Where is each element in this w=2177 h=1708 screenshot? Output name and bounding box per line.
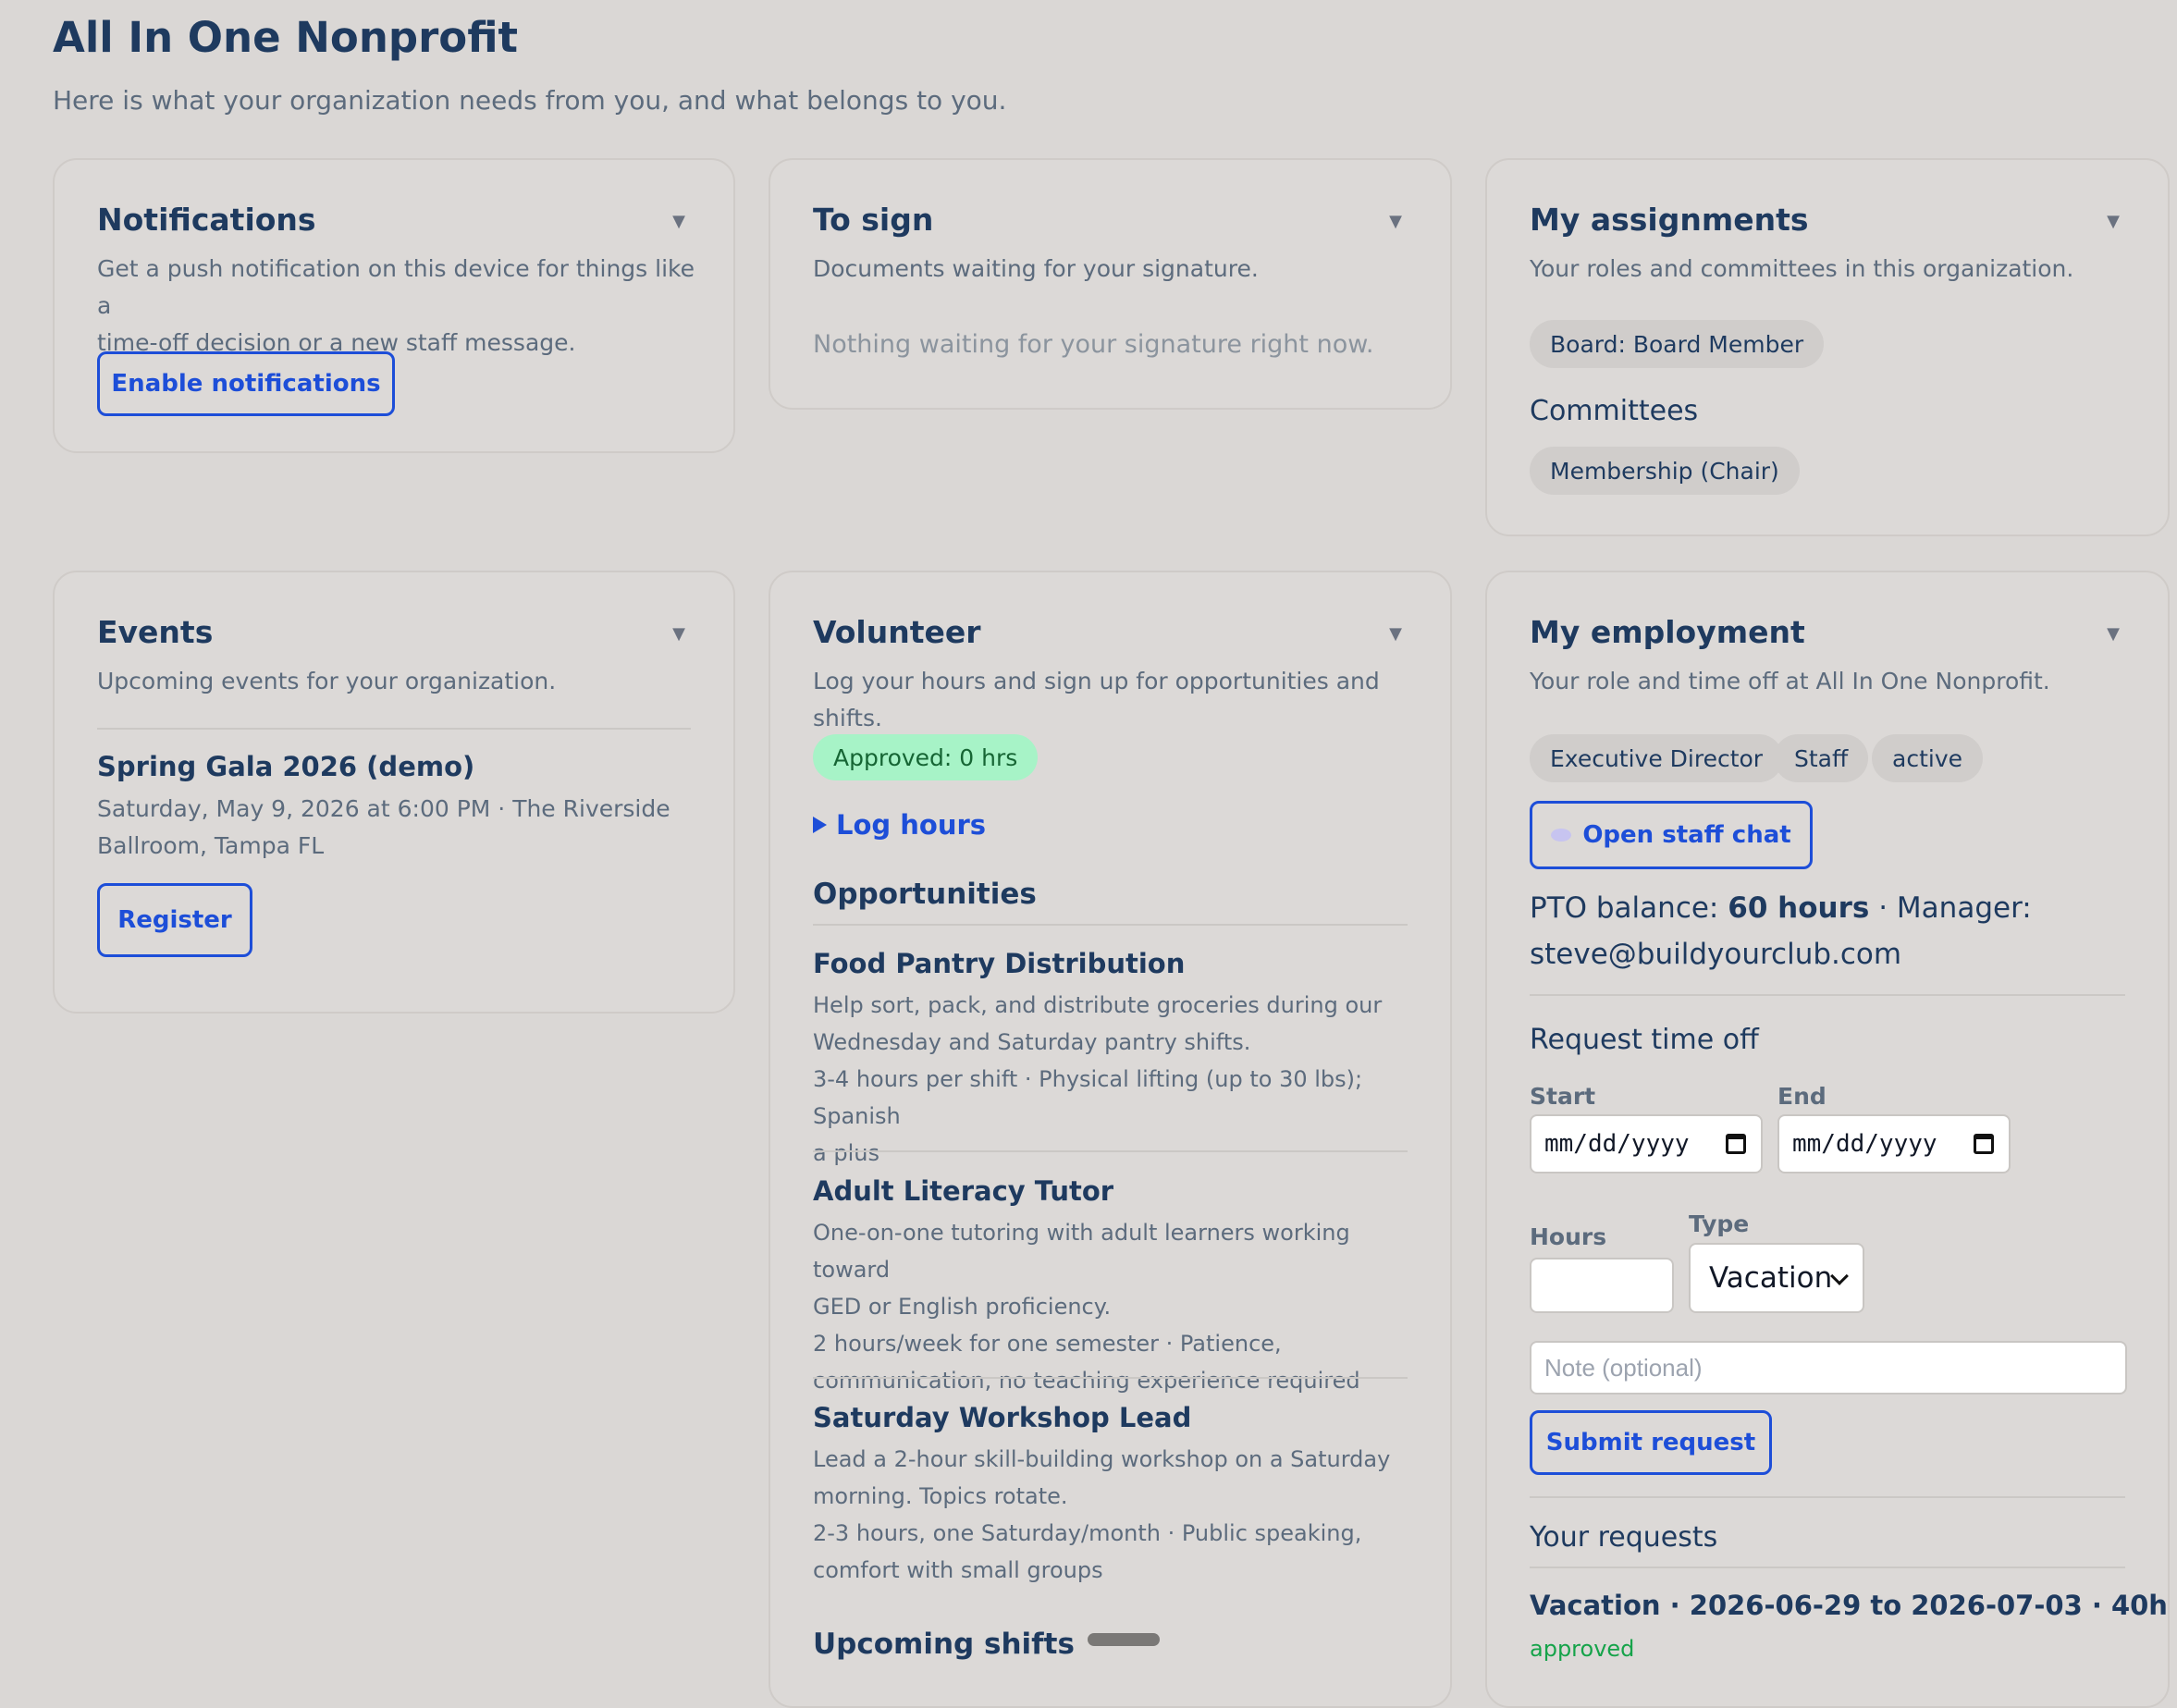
role-chip: Executive Director: [1530, 734, 1784, 782]
event-title: Spring Gala 2026 (demo): [97, 751, 475, 782]
type-select[interactable]: Vacation: [1689, 1243, 1864, 1313]
notifications-card: Notifications ▼ Get a push notification …: [53, 158, 735, 453]
card-description: Your role and time off at All In One Non…: [1530, 668, 2050, 694]
opportunity-title[interactable]: Food Pantry Distribution: [813, 948, 1185, 979]
calendar-icon[interactable]: [1974, 1134, 1994, 1154]
your-requests-heading: Your requests: [1530, 1521, 1718, 1554]
register-button[interactable]: Register: [97, 883, 252, 957]
scroll-handle[interactable]: [1088, 1633, 1160, 1646]
chevron-down-icon: [1830, 1267, 1849, 1285]
pto-balance-value: 60 hours: [1728, 891, 1870, 925]
card-title: My assignments: [1530, 202, 1809, 238]
empty-state: Nothing waiting for your signature right…: [813, 330, 1374, 359]
role-chip: Staff: [1774, 734, 1869, 782]
divider: [1530, 1567, 2125, 1568]
card-description: Upcoming events for your organization.: [97, 668, 557, 694]
open-staff-chat-button[interactable]: Open staff chat: [1530, 801, 1813, 869]
disclosure-triangle-icon: [813, 817, 827, 833]
status-chip: active: [1872, 734, 1983, 782]
type-label: Type: [1689, 1210, 1750, 1237]
start-label: Start: [1530, 1083, 1596, 1110]
to-sign-card: To sign ▼ Documents waiting for your sig…: [769, 158, 1452, 410]
divider: [813, 1150, 1408, 1152]
opportunity-title[interactable]: Saturday Workshop Lead: [813, 1402, 1191, 1433]
opportunity-details: Lead a 2-hour skill-building workshop on…: [813, 1446, 1391, 1583]
calendar-icon[interactable]: [1726, 1134, 1746, 1154]
page-subtitle: Here is what your organization needs fro…: [53, 85, 1007, 116]
page-title: All In One Nonprofit: [53, 13, 519, 62]
committee-chip: Membership (Chair): [1530, 447, 1800, 495]
card-title: Events: [97, 614, 214, 650]
note-input[interactable]: [1530, 1341, 2127, 1395]
divider: [813, 1377, 1408, 1379]
approved-hours-badge: Approved: 0 hrs: [813, 734, 1039, 780]
hours-input[interactable]: [1530, 1258, 1674, 1313]
enable-notifications-button[interactable]: Enable notifications: [97, 351, 395, 416]
collapse-caret-icon[interactable]: ▼: [2107, 624, 2120, 644]
opportunity-details: Help sort, pack, and distribute grocerie…: [813, 992, 1383, 1166]
events-card: Events ▼ Upcoming events for your organi…: [53, 571, 735, 1014]
submit-request-button[interactable]: Submit request: [1530, 1410, 1772, 1475]
role-chip: Board: Board Member: [1530, 320, 1825, 368]
manager-email: steve@buildyourclub.com: [1530, 938, 1902, 971]
card-description: Your roles and committees in this organi…: [1530, 255, 2074, 282]
pto-summary: PTO balance: 60 hours · Manager: steve@b…: [1530, 891, 2032, 971]
divider: [813, 924, 1408, 926]
card-title: My employment: [1530, 614, 1805, 650]
card-description: Get a push notification on this device f…: [97, 255, 695, 356]
collapse-caret-icon[interactable]: ▼: [1389, 624, 1402, 644]
speech-bubble-icon: [1551, 829, 1572, 842]
collapse-caret-icon[interactable]: ▼: [672, 624, 685, 644]
card-title: To sign: [813, 202, 934, 238]
card-description: Log your hours and sign up for opportuni…: [813, 668, 1380, 731]
hours-label: Hours: [1530, 1223, 1607, 1250]
start-date-input[interactable]: mm/dd/yyyy: [1530, 1114, 1763, 1173]
request-time-off-heading: Request time off: [1530, 1024, 1759, 1056]
card-title: Volunteer: [813, 614, 981, 650]
opportunities-heading: Opportunities: [813, 878, 1037, 911]
employment-card: My employment ▼ Your role and time off a…: [1485, 571, 2170, 1708]
divider: [1530, 994, 2125, 996]
log-hours-toggle[interactable]: Log hours: [813, 809, 986, 841]
divider: [1530, 1496, 2125, 1498]
collapse-caret-icon[interactable]: ▼: [1389, 212, 1402, 231]
request-item: Vacation · 2026-06-29 to 2026-07-03 · 40…: [1530, 1590, 2168, 1621]
divider: [97, 728, 691, 730]
assignments-card: My assignments ▼ Your roles and committe…: [1485, 158, 2170, 536]
card-title: Notifications: [97, 202, 316, 238]
collapse-caret-icon[interactable]: ▼: [2107, 212, 2120, 231]
volunteer-card: Volunteer ▼ Log your hours and sign up f…: [769, 571, 1452, 1708]
collapse-caret-icon[interactable]: ▼: [672, 212, 685, 231]
card-description: Documents waiting for your signature.: [813, 255, 1259, 282]
end-date-input[interactable]: mm/dd/yyyy: [1777, 1114, 2011, 1173]
request-status: approved: [1530, 1636, 1635, 1662]
event-details: Saturday, May 9, 2026 at 6:00 PM · The R…: [97, 795, 670, 859]
upcoming-shifts-heading: Upcoming shifts: [813, 1628, 1075, 1661]
committees-heading: Committees: [1530, 395, 1699, 427]
opportunity-details: One-on-one tutoring with adult learners …: [813, 1220, 1360, 1394]
opportunity-title[interactable]: Adult Literacy Tutor: [813, 1175, 1113, 1207]
end-label: End: [1777, 1083, 1826, 1110]
